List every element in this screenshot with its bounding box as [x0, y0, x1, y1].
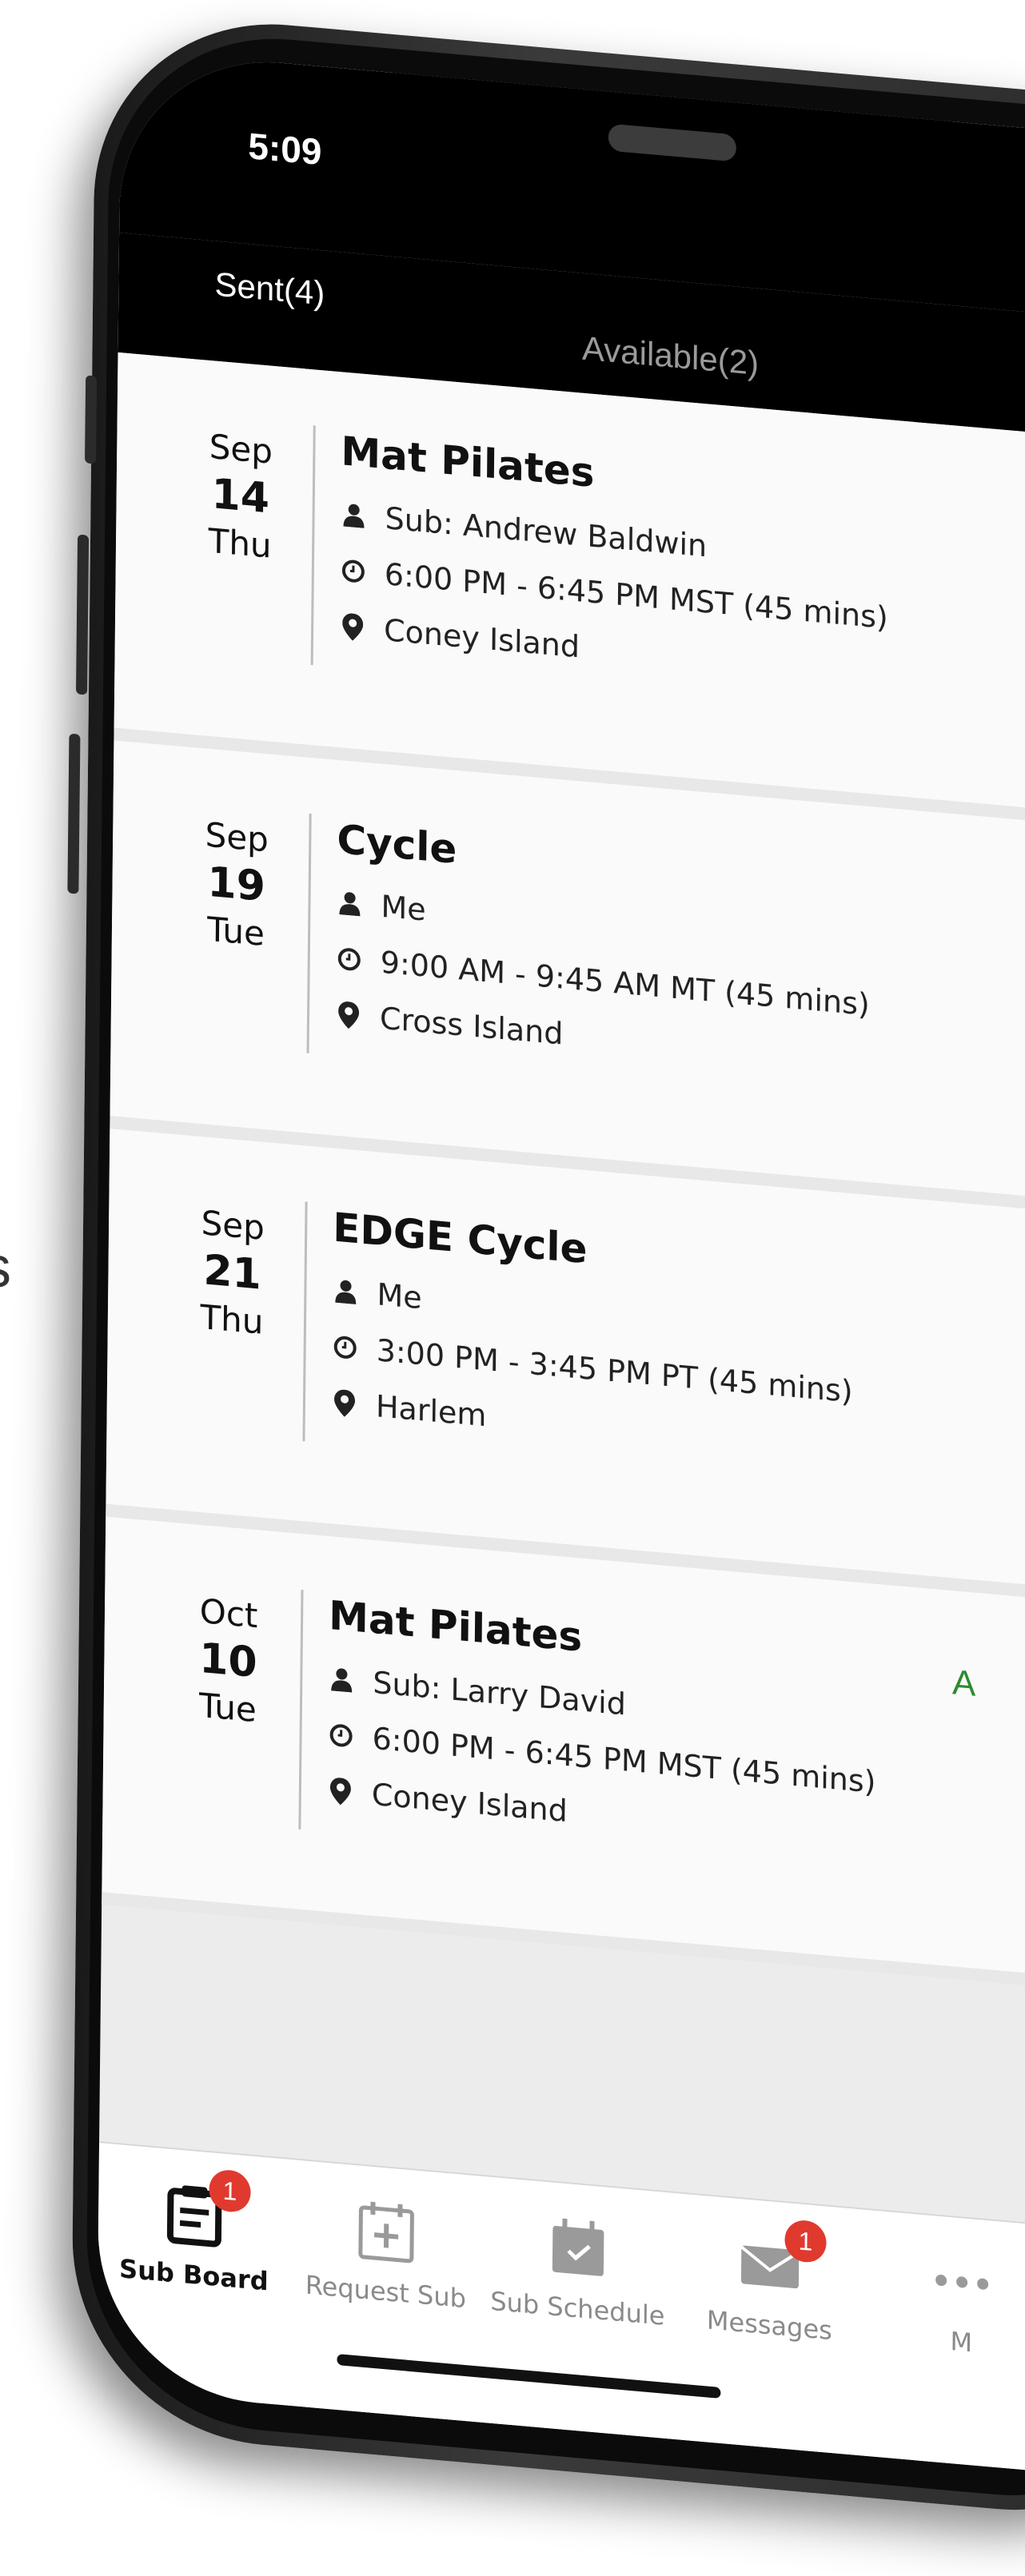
calendar-plus-icon [354, 2197, 419, 2267]
person-text: Me [377, 1276, 422, 1316]
card-day: 21 [203, 1246, 262, 1300]
card-divider [298, 1590, 304, 1830]
volume-up-button [75, 534, 90, 695]
nav-label: M [950, 2326, 973, 2359]
location-text: Coney Island [383, 612, 580, 665]
card-info: Mat Pilates Sub: Larry David 6:00 PM - 6… [326, 1592, 877, 1877]
card-status: A [951, 1662, 976, 1704]
card-day: 10 [198, 1634, 257, 1688]
speaker-grille [608, 123, 737, 162]
envelope-icon: 1 [738, 2218, 827, 2300]
nav-request-sub[interactable]: Request Sub [289, 2192, 482, 2315]
clock-icon [340, 556, 367, 586]
card-divider [310, 425, 316, 666]
clock-icon [336, 945, 363, 974]
clipboard-icon: 1 [162, 2168, 251, 2250]
sub-request-list: Sep 14 Thu Mat Pilates Sub: Andrew Baldw… [102, 352, 1025, 2001]
map-pin-icon [335, 1001, 362, 1030]
nav-sub-schedule[interactable]: Sub Schedule [481, 2208, 674, 2332]
card-date: Sep 21 Thu [180, 1199, 285, 1347]
location-text: Coney Island [371, 1776, 568, 1829]
silent-switch [85, 375, 98, 464]
person-text: Sub: Andrew Baldwin [385, 500, 708, 564]
card-date: Sep 19 Tue [184, 810, 289, 958]
location-text: Harlem [375, 1388, 487, 1434]
user-icon [336, 889, 363, 918]
user-icon [328, 1665, 355, 1694]
status-time: 5:09 [248, 125, 322, 173]
map-pin-icon [339, 612, 366, 642]
nav-messages[interactable]: 1 Messages [673, 2218, 866, 2349]
phone-screen: 5:09 Sent(4) Available(2) Sep 14 Thu Mat… [96, 49, 1025, 2484]
nav-label: Request Sub [305, 2269, 467, 2315]
card-day: 19 [207, 858, 266, 912]
phone-stage: 5:09 Sent(4) Available(2) Sep 14 Thu Mat… [0, 0, 1025, 2559]
card-weekday: Thu [208, 520, 272, 566]
more-icon [930, 2248, 995, 2317]
clock-icon [332, 1332, 359, 1362]
location-text: Cross Island [379, 1000, 564, 1052]
tab-sent[interactable]: Sent(4) [214, 265, 325, 313]
user-icon [332, 1276, 359, 1306]
map-pin-icon [331, 1388, 358, 1418]
card-weekday: Thu [200, 1297, 264, 1342]
person-text: Me [381, 888, 426, 928]
sub-request-card[interactable]: Oct 10 Tue Mat Pilates Sub: Larry David … [102, 1516, 1025, 2001]
person-text: Sub: Larry David [373, 1664, 627, 1722]
clock-icon [327, 1721, 354, 1750]
nav-label: Sub Schedule [490, 2285, 665, 2331]
nav-label: Sub Board [118, 2253, 269, 2297]
card-date: Sep 14 Thu [188, 423, 293, 571]
user-icon [340, 500, 367, 530]
card-weekday: Tue [206, 909, 265, 954]
volume-down-button [67, 733, 81, 894]
nav-label: Messages [706, 2304, 833, 2347]
card-divider [302, 1201, 308, 1442]
card-info: Mat Pilates Sub: Andrew Baldwin 6:00 PM … [339, 428, 890, 712]
card-day: 14 [211, 470, 270, 524]
map-pin-icon [327, 1777, 354, 1806]
nav-more[interactable]: M [865, 2242, 1025, 2366]
nav-sub-board[interactable]: 1 Sub Board [98, 2168, 290, 2299]
tab-available[interactable]: Available(2) [582, 329, 759, 383]
card-weekday: Tue [198, 1685, 257, 1730]
card-info: Cycle Me 9:00 AM - 9:45 AM MT (45 mins) … [335, 816, 871, 1099]
card-date: Oct 10 Tue [176, 1587, 281, 1734]
calendar-check-icon [546, 2214, 611, 2283]
card-info: EDGE Cycle Me 3:00 PM - 3:45 PM PT (45 m… [330, 1204, 854, 1486]
card-divider [306, 813, 312, 1053]
